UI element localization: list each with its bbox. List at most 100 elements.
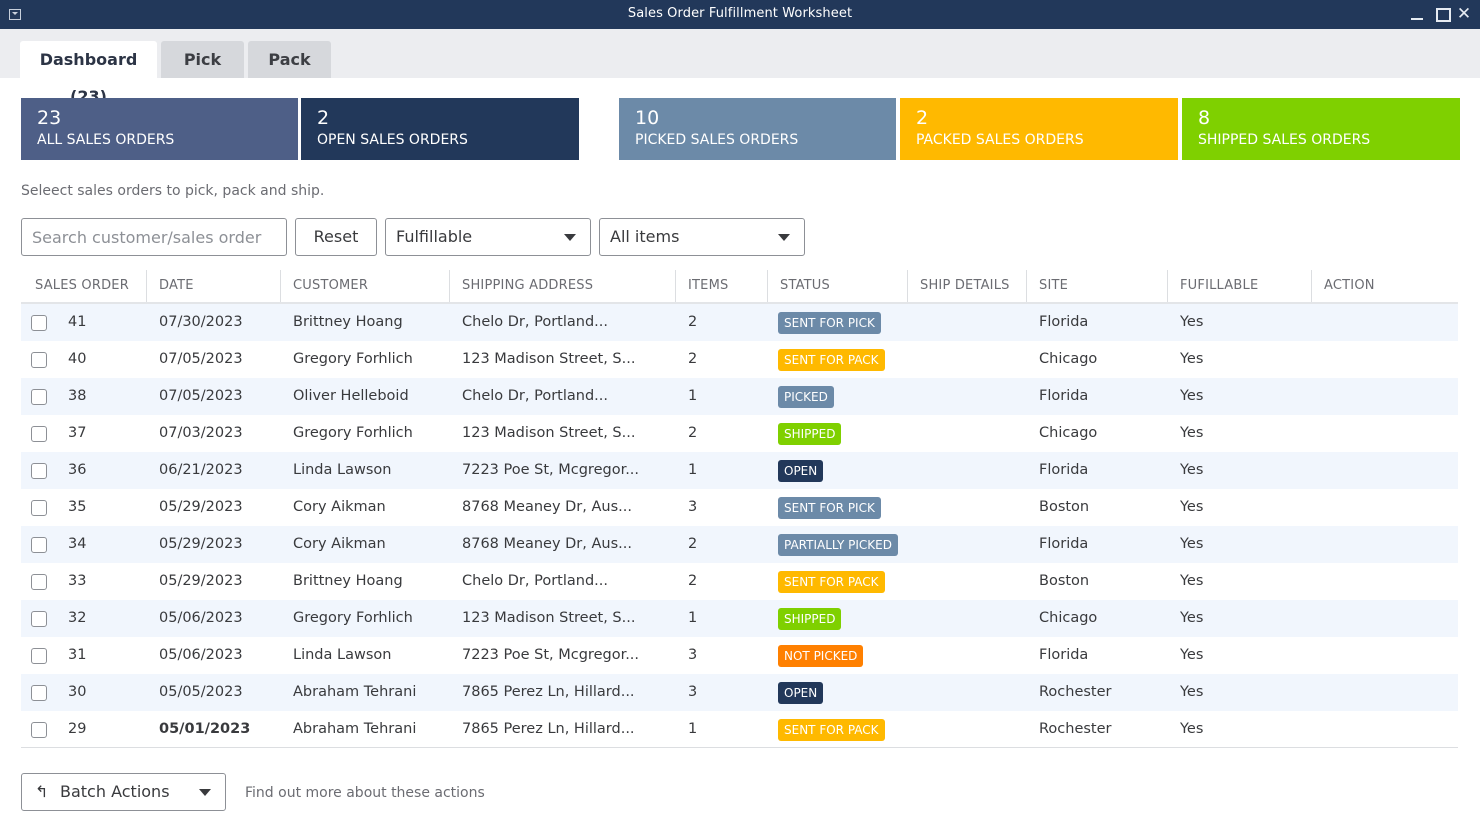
order-date: 05/29/2023: [159, 536, 243, 552]
search-input[interactable]: [21, 218, 287, 256]
site: Rochester: [1039, 684, 1112, 700]
shipping-address: Chelo Dr, Portland...: [462, 314, 608, 330]
shipping-address: 123 Madison Street, S...: [462, 351, 636, 367]
sales-order-number: 41: [68, 314, 87, 330]
item-count: 2: [688, 425, 698, 441]
instructions-text: Seleect sales orders to pick, pack and s…: [21, 183, 325, 199]
card-all-sales-orders[interactable]: 23 ALL SALES ORDERS: [21, 98, 298, 160]
row-checkbox[interactable]: [31, 685, 47, 701]
table-row[interactable]: 41 07/30/2023 Brittney Hoang Chelo Dr, Port…: [21, 304, 1458, 341]
table-header: SALES ORDER DATE CUSTOMER SHIPPING ADDRE…: [21, 270, 1458, 304]
fulfillable: Yes: [1180, 499, 1204, 515]
table-row[interactable]: 30 05/05/2023 Abraham Tehrani 7865 Perez Ln…: [21, 674, 1458, 711]
card-label: PACKED SALES ORDERS: [916, 132, 1084, 148]
row-checkbox[interactable]: [31, 537, 47, 553]
status-badge: SHIPPED: [778, 608, 842, 630]
tab-dashboard[interactable]: Dashboard (23): [20, 41, 157, 106]
shipping-address: Chelo Dr, Portland...: [462, 388, 608, 404]
customer-name: Brittney Hoang: [293, 573, 403, 589]
status-badge: NOT PICKED: [778, 645, 864, 667]
row-checkbox[interactable]: [31, 500, 47, 516]
caret-down-icon: [564, 234, 576, 241]
table-row[interactable]: 37 07/03/2023 Gregory Forhlich 123 Madison …: [21, 415, 1458, 452]
status-badge: PICKED: [778, 386, 834, 408]
row-checkbox[interactable]: [31, 463, 47, 479]
table-row[interactable]: 36 06/21/2023 Linda Lawson 7223 Poe St, Mcg…: [21, 452, 1458, 489]
site: Boston: [1039, 573, 1090, 589]
order-date: 07/03/2023: [159, 425, 243, 441]
minimize-icon[interactable]: [1408, 5, 1426, 23]
customer-name: Cory Aikman: [293, 536, 386, 552]
shipping-address: 7865 Perez Ln, Hillard...: [462, 721, 635, 737]
fulfillable-filter-value: Fulfillable: [396, 227, 473, 246]
batch-actions-dropdown[interactable]: ↰ Batch Actions: [21, 773, 226, 811]
table-row[interactable]: 32 05/06/2023 Gregory Forhlich 123 Madison …: [21, 600, 1458, 637]
column-header-shipping-address[interactable]: SHIPPING ADDRESS: [449, 270, 593, 302]
customer-name: Gregory Forhlich: [293, 351, 413, 367]
column-header-items[interactable]: ITEMS: [675, 270, 728, 302]
row-checkbox[interactable]: [31, 315, 47, 331]
sales-order-number: 30: [68, 684, 87, 700]
fulfillable: Yes: [1180, 573, 1204, 589]
table-row[interactable]: 38 07/05/2023 Oliver Helleboid Chelo Dr, Po…: [21, 378, 1458, 415]
item-count: 2: [688, 351, 698, 367]
table-row[interactable]: 35 05/29/2023 Cory Aikman 8768 Meaney Dr, A…: [21, 489, 1458, 526]
column-header-sales-order[interactable]: SALES ORDER: [35, 270, 129, 302]
maximize-icon[interactable]: [1433, 5, 1451, 23]
order-date: 07/05/2023: [159, 351, 243, 367]
row-checkbox[interactable]: [31, 426, 47, 442]
close-icon[interactable]: ✕: [1455, 5, 1473, 23]
site: Rochester: [1039, 721, 1112, 737]
table-row[interactable]: 33 05/29/2023 Brittney Hoang Chelo Dr, Port…: [21, 563, 1458, 600]
row-checkbox[interactable]: [31, 722, 47, 738]
status-badge: PARTIALLY PICKED: [778, 534, 898, 556]
site: Florida: [1039, 314, 1089, 330]
row-checkbox[interactable]: [31, 352, 47, 368]
column-header-customer[interactable]: CUSTOMER: [280, 270, 368, 302]
table-row[interactable]: 34 05/29/2023 Cory Aikman 8768 Meaney Dr, A…: [21, 526, 1458, 563]
column-header-fulfillable[interactable]: FUFILLABLE: [1167, 270, 1258, 302]
card-shipped-sales-orders[interactable]: 8 SHIPPED SALES ORDERS: [1182, 98, 1460, 160]
status-badge: OPEN: [778, 460, 824, 482]
reset-button[interactable]: Reset: [295, 218, 377, 256]
table-row[interactable]: 40 07/05/2023 Gregory Forhlich 123 Madison …: [21, 341, 1458, 378]
table-row[interactable]: 31 05/06/2023 Linda Lawson 7223 Poe St, Mcg…: [21, 637, 1458, 674]
items-filter-dropdown[interactable]: All items: [599, 218, 805, 256]
fulfillable: Yes: [1180, 647, 1204, 663]
card-packed-sales-orders[interactable]: 2 PACKED SALES ORDERS: [900, 98, 1178, 160]
item-count: 3: [688, 647, 698, 663]
card-label: PICKED SALES ORDERS: [635, 132, 799, 148]
fulfillable-filter-dropdown[interactable]: Fulfillable: [385, 218, 591, 256]
customer-name: Gregory Forhlich: [293, 610, 413, 626]
row-checkbox[interactable]: [31, 648, 47, 664]
column-header-action[interactable]: ACTION: [1311, 270, 1375, 302]
row-checkbox[interactable]: [31, 574, 47, 590]
fulfillable: Yes: [1180, 425, 1204, 441]
help-link[interactable]: Find out more about these actions: [245, 785, 485, 801]
site: Chicago: [1039, 610, 1098, 626]
shipping-address: Chelo Dr, Portland...: [462, 573, 608, 589]
order-date: 05/06/2023: [159, 610, 243, 626]
sales-order-number: 36: [68, 462, 87, 478]
column-header-status[interactable]: STATUS: [767, 270, 830, 302]
table-row[interactable]: 29 05/01/2023 Abraham Tehrani 7865 Perez Ln…: [21, 711, 1458, 748]
column-header-ship-details[interactable]: SHIP DETAILS: [907, 270, 1010, 302]
status-badge: OPEN: [778, 682, 824, 704]
column-header-site[interactable]: SITE: [1026, 270, 1068, 302]
tab-pack[interactable]: Pack: [248, 41, 331, 78]
sales-orders-table: SALES ORDER DATE CUSTOMER SHIPPING ADDRE…: [21, 270, 1458, 748]
shipping-address: 7865 Perez Ln, Hillard...: [462, 684, 635, 700]
column-header-date[interactable]: DATE: [146, 270, 194, 302]
tab-pick[interactable]: Pick: [161, 41, 244, 78]
row-checkbox[interactable]: [31, 611, 47, 627]
site: Boston: [1039, 499, 1090, 515]
fulfillable: Yes: [1180, 684, 1204, 700]
row-checkbox[interactable]: [31, 389, 47, 405]
customer-name: Cory Aikman: [293, 499, 386, 515]
fulfillable: Yes: [1180, 462, 1204, 478]
card-open-sales-orders[interactable]: 2 OPEN SALES ORDERS: [301, 98, 579, 160]
shipping-address: 8768 Meaney Dr, Aus...: [462, 536, 632, 552]
title-bar: Sales Order Fulfillment Worksheet ✕: [0, 0, 1480, 29]
tab-bar: Dashboard (23) Pick Pack: [0, 29, 1480, 106]
card-picked-sales-orders[interactable]: 10 PICKED SALES ORDERS: [619, 98, 896, 160]
